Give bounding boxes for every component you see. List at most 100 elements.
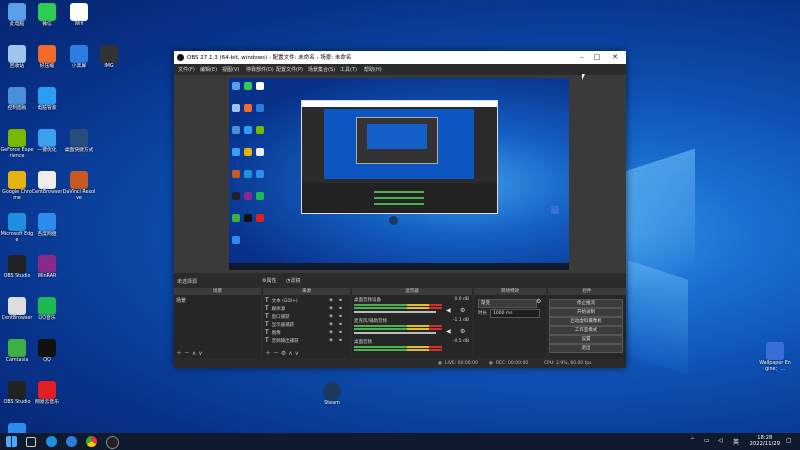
obs-title-bar[interactable]: OBS 27.1.3 (64-bit, windows) - 配置文件: 未命名… bbox=[174, 51, 626, 64]
source-list-item[interactable]: T 图像 ◉ ▪ bbox=[265, 329, 348, 336]
desktop-icon[interactable]: 电脑管家 bbox=[30, 87, 64, 127]
visibility-eye-icon[interactable]: ◉ bbox=[329, 337, 333, 344]
speaker-icon[interactable]: ◀ bbox=[446, 307, 451, 314]
visibility-eye-icon[interactable]: ◉ bbox=[329, 321, 333, 328]
menu-file[interactable]: 文件(F) bbox=[178, 66, 195, 73]
desktop-icon[interactable]: Wifi bbox=[62, 3, 96, 43]
speaker-icon[interactable]: ◀ bbox=[446, 328, 451, 335]
mixer-channel-db: 0.0 dB bbox=[454, 297, 469, 302]
desktop-icon-wallpaper-engine[interactable]: Wallpaper Engine：... bbox=[758, 342, 792, 382]
app-icon[interactable] bbox=[66, 436, 77, 447]
tray-network-icon[interactable]: ▭ bbox=[704, 437, 710, 444]
desktop-icon[interactable]: OBS Studio bbox=[0, 381, 34, 421]
close-button[interactable]: ✕ bbox=[608, 52, 622, 63]
move-up-icon[interactable]: ∧ bbox=[288, 350, 292, 357]
scene-list-item[interactable]: 场景 bbox=[176, 297, 186, 304]
gear-icon[interactable]: ⚙ bbox=[460, 328, 465, 335]
gear-icon[interactable]: ⚙ bbox=[281, 350, 286, 357]
desktop-icon[interactable]: 好压缩 bbox=[30, 45, 64, 85]
desktop-icon[interactable]: 微信 bbox=[30, 3, 64, 43]
desktop-icon[interactable]: 小黑屏 bbox=[62, 45, 96, 85]
desktop-icon[interactable]: Camtasia bbox=[0, 339, 34, 379]
source-list-item[interactable]: T 音频输出捕获 ◉ ▪ bbox=[265, 337, 348, 344]
desktop-icon[interactable]: 回收站 bbox=[0, 45, 34, 85]
menu-docks[interactable]: 停靠部件(D) bbox=[246, 66, 274, 73]
lock-icon[interactable]: ▪ bbox=[339, 305, 342, 312]
volume-slider[interactable] bbox=[354, 332, 436, 334]
notification-icon[interactable]: ▢ bbox=[786, 437, 792, 444]
obs-icon[interactable] bbox=[106, 436, 119, 449]
visibility-eye-icon[interactable]: ◉ bbox=[329, 297, 333, 304]
desktop-icon[interactable]: 此电脑 bbox=[0, 3, 34, 43]
source-list-item[interactable]: T 媒体源 ◉ ▪ bbox=[265, 305, 348, 312]
menu-view[interactable]: 视图(V) bbox=[222, 66, 239, 73]
menu-edit[interactable]: 编辑(E) bbox=[200, 66, 217, 73]
tray-volume-icon[interactable]: ◁ bbox=[718, 437, 723, 444]
lock-icon[interactable]: ▪ bbox=[339, 313, 342, 320]
move-up-icon[interactable]: ∧ bbox=[192, 350, 196, 357]
desktop-icon[interactable]: Google Chrome bbox=[0, 171, 34, 211]
control-button[interactable]: 退出 bbox=[549, 344, 623, 353]
move-down-icon[interactable]: ∨ bbox=[198, 350, 202, 357]
control-button[interactable]: 开始录制 bbox=[549, 308, 623, 317]
desktop-icon[interactable]: 百度网盘 bbox=[30, 213, 64, 253]
desktop-icon[interactable]: 网易云音乐 bbox=[30, 381, 64, 421]
lock-icon[interactable]: ▪ bbox=[339, 297, 342, 304]
taskbar-clock[interactable]: 18:28 2022/11/29 bbox=[749, 435, 780, 448]
lock-icon[interactable]: ▪ bbox=[339, 321, 342, 328]
task-view-icon[interactable] bbox=[26, 437, 36, 447]
desktop-icon-steam[interactable]: Steam bbox=[315, 382, 349, 422]
visibility-eye-icon[interactable]: ◉ bbox=[329, 305, 333, 312]
desktop-icon[interactable]: 一键优化 bbox=[30, 129, 64, 169]
desktop-icon[interactable]: CentBrowser bbox=[30, 171, 64, 211]
volume-slider[interactable] bbox=[354, 311, 436, 313]
gear-icon[interactable]: ⚙ bbox=[536, 298, 541, 305]
remove-icon[interactable]: － bbox=[184, 350, 190, 357]
filters-button[interactable]: ◔滤镜 bbox=[286, 277, 300, 284]
desktop-icon[interactable]: WinRAR bbox=[30, 255, 64, 295]
desktop-icon[interactable]: QQ bbox=[30, 339, 64, 379]
properties-button[interactable]: ⚙属性 bbox=[262, 277, 277, 284]
lock-icon[interactable]: ▪ bbox=[339, 337, 342, 344]
source-list-item[interactable]: T 窗口捕获 ◉ ▪ bbox=[265, 313, 348, 320]
desktop-icon[interactable]: OBS Studio bbox=[0, 255, 34, 295]
control-button[interactable]: 设置 bbox=[549, 335, 623, 344]
menu-profile[interactable]: 配置文件(P) bbox=[276, 66, 303, 73]
remove-icon[interactable]: － bbox=[273, 350, 279, 357]
chrome-icon[interactable] bbox=[86, 436, 97, 447]
visibility-eye-icon[interactable]: ◉ bbox=[329, 313, 333, 320]
transition-type-select[interactable]: 渐变 bbox=[478, 299, 537, 308]
desktop-icon[interactable]: 控制面板 bbox=[0, 87, 34, 127]
tray-chevron-up-icon[interactable]: ⌃ bbox=[690, 437, 695, 444]
nested-taskbar bbox=[229, 263, 569, 270]
duration-input[interactable]: 1000 ms bbox=[490, 309, 540, 318]
desktop-icon[interactable]: CentBrowser bbox=[0, 297, 34, 337]
tray-ime-icon[interactable]: 英 bbox=[733, 437, 739, 446]
add-icon[interactable]: ＋ bbox=[265, 350, 271, 357]
desktop-icon[interactable]: DaVinci Resolve bbox=[62, 171, 96, 211]
gear-icon[interactable]: ⚙ bbox=[460, 307, 465, 314]
lock-icon[interactable]: ▪ bbox=[339, 329, 342, 336]
minimize-button[interactable]: – bbox=[575, 52, 589, 63]
obs-preview-area[interactable] bbox=[174, 75, 626, 273]
edge-icon[interactable] bbox=[46, 436, 57, 447]
menu-help[interactable]: 帮助(H) bbox=[364, 66, 382, 73]
desktop-icon[interactable]: QQ音乐 bbox=[30, 297, 64, 337]
control-button[interactable]: 工作室模式 bbox=[549, 326, 623, 335]
menu-tools[interactable]: 工具(T) bbox=[340, 66, 357, 73]
control-button[interactable]: 启动虚拟摄像机 bbox=[549, 317, 623, 326]
source-list-item[interactable]: T 文本 (GDI+) ◉ ▪ bbox=[265, 297, 348, 304]
maximize-button[interactable]: □ bbox=[590, 52, 604, 63]
desktop-icon[interactable]: 桌面快捷方式 bbox=[62, 129, 96, 169]
menu-scene-collection[interactable]: 场景集合(S) bbox=[308, 66, 335, 73]
control-button[interactable]: 停止推流 bbox=[549, 299, 623, 308]
desktop-icon[interactable]: IMG bbox=[92, 45, 126, 85]
desktop-icon[interactable]: GeForce Experience bbox=[0, 129, 34, 169]
visibility-eye-icon[interactable]: ◉ bbox=[329, 329, 333, 336]
cpu-status: CPU: 2.9%, 60.00 fps bbox=[544, 360, 592, 366]
windows-start-icon[interactable] bbox=[6, 436, 17, 447]
source-list-item[interactable]: T 显示器捕获 ◉ ▪ bbox=[265, 321, 348, 328]
add-icon[interactable]: ＋ bbox=[176, 350, 182, 357]
move-down-icon[interactable]: ∨ bbox=[295, 350, 299, 357]
desktop-icon[interactable]: Microsoft Edge bbox=[0, 213, 34, 253]
